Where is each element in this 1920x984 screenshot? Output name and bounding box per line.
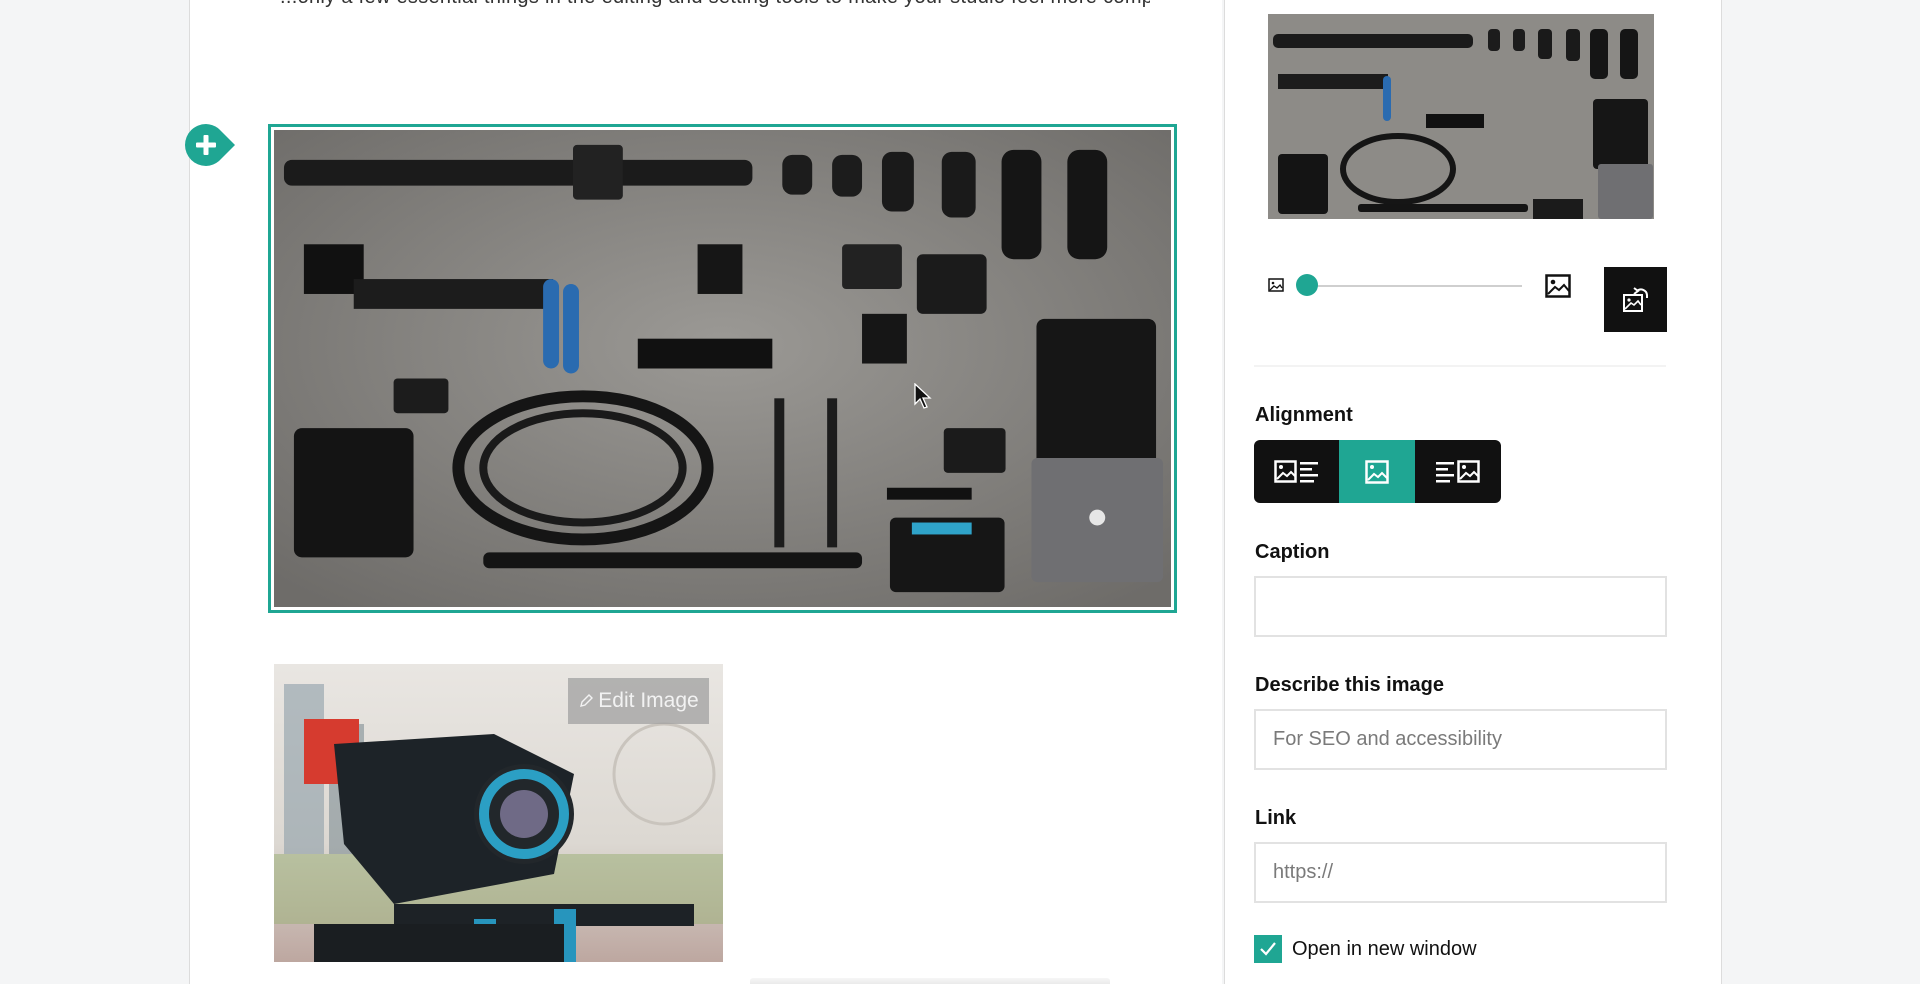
caption-label: Caption bbox=[1255, 541, 1330, 563]
caption-input[interactable] bbox=[1254, 576, 1667, 637]
describe-image-label: Describe this image bbox=[1255, 674, 1444, 696]
image-description-input[interactable] bbox=[1254, 709, 1667, 770]
link-input[interactable] bbox=[1254, 842, 1667, 903]
add-block-button[interactable] bbox=[185, 124, 235, 166]
align-left-button[interactable] bbox=[1254, 440, 1339, 503]
align-image-center-icon bbox=[1365, 459, 1389, 484]
edit-image-label: Edit Image bbox=[598, 689, 699, 712]
replace-image-button[interactable] bbox=[1604, 267, 1667, 332]
align-right-button[interactable] bbox=[1415, 440, 1501, 503]
replace-image-icon bbox=[1622, 286, 1648, 312]
link-label: Link bbox=[1255, 807, 1297, 829]
small-image-icon[interactable] bbox=[1268, 277, 1284, 293]
image-size-slider-thumb[interactable] bbox=[1296, 274, 1318, 296]
align-center-button[interactable] bbox=[1339, 440, 1415, 503]
selected-image-block[interactable] bbox=[268, 124, 1177, 613]
gear-flatlay-image[interactable] bbox=[274, 130, 1171, 607]
image-thumbnail[interactable] bbox=[1268, 14, 1654, 219]
pencil-icon bbox=[580, 694, 594, 707]
align-image-left-icon bbox=[1273, 459, 1318, 483]
large-image-icon[interactable] bbox=[1545, 274, 1571, 298]
edit-image-button[interactable]: Edit Image bbox=[568, 678, 709, 724]
checkbox-checked[interactable] bbox=[1254, 935, 1282, 963]
plus-icon bbox=[185, 124, 235, 166]
alignment-button-group bbox=[1254, 440, 1501, 503]
panel-divider bbox=[1254, 365, 1666, 367]
open-new-window-checkbox[interactable]: Open in new window bbox=[1254, 935, 1477, 963]
checkmark-icon bbox=[1260, 942, 1276, 956]
paragraph-text-partial[interactable]: ...only a few essential things in the ed… bbox=[280, 0, 1150, 8]
image-size-slider-track[interactable] bbox=[1306, 285, 1522, 287]
open-new-window-label: Open in new window bbox=[1292, 937, 1477, 960]
mouse-cursor-icon bbox=[914, 383, 932, 409]
alignment-label: Alignment bbox=[1255, 404, 1353, 426]
align-image-right-icon bbox=[1436, 459, 1480, 483]
bottom-toolbar-edge bbox=[750, 978, 1110, 984]
